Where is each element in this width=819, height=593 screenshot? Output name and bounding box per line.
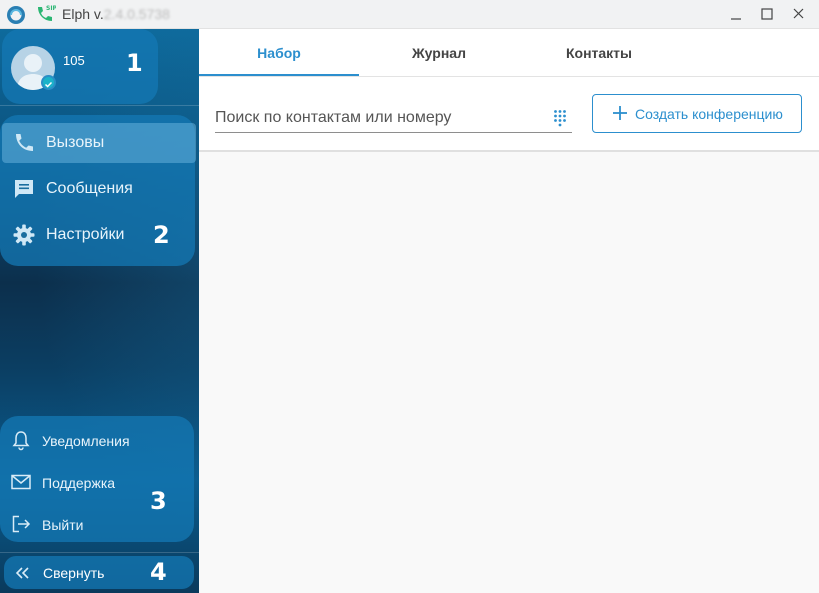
gear-icon (13, 224, 35, 246)
window-title: Elph v.2.4.0.5738 (62, 6, 170, 22)
bell-icon (12, 431, 30, 451)
create-conference-label: Создать конференцию (635, 106, 783, 122)
tab-contacts[interactable]: Контакты (519, 29, 679, 77)
sidebar: 105 1 Вызовы Сообщения Настройки 2 Уведо… (0, 29, 199, 593)
svg-text:SIP: SIP (46, 5, 56, 12)
sidebar-item-label: Настройки (46, 226, 125, 243)
phone-icon (16, 134, 33, 151)
sidebar-item-notifications[interactable]: Уведомления (8, 425, 188, 455)
sidebar-item-label: Вызовы (46, 134, 105, 151)
app-logo-icon (7, 6, 25, 24)
create-conference-button[interactable]: Создать конференцию (592, 94, 802, 133)
close-icon[interactable] (787, 4, 809, 24)
tab-bar: Набор Журнал Контакты (199, 29, 819, 77)
minimize-icon[interactable] (725, 4, 747, 24)
maximize-icon[interactable] (756, 4, 778, 24)
title-bar: SIP Elph v.2.4.0.5738 (0, 0, 819, 29)
divider (0, 105, 199, 106)
logout-icon (12, 515, 31, 533)
mail-icon (11, 474, 31, 490)
annotation-badge-1: 1 (126, 49, 143, 77)
collapse-label: Свернуть (43, 565, 105, 581)
version-text: 2.4.0.5738 (103, 6, 170, 22)
sidebar-item-label: Сообщения (46, 180, 133, 197)
search-field[interactable] (215, 105, 572, 133)
active-tab-indicator (199, 74, 359, 76)
tab-dial[interactable]: Набор (199, 29, 359, 77)
plus-icon (613, 106, 627, 120)
double-chevron-left-icon (15, 567, 29, 579)
window-title-text: Elph v. (62, 6, 104, 22)
sidebar-item-label: Выйти (42, 517, 84, 533)
dialpad-icon[interactable] (553, 109, 567, 127)
main-content: Набор Журнал Контакты Создать конференци… (199, 29, 819, 593)
sidebar-item-label: Поддержка (42, 475, 116, 491)
dial-toolbar: Создать конференцию (199, 77, 819, 152)
annotation-badge-4: 4 (150, 558, 167, 586)
annotation-badge-2: 2 (153, 221, 170, 249)
search-input[interactable] (215, 107, 545, 129)
sidebar-item-calls[interactable]: Вызовы (2, 123, 196, 163)
message-icon (15, 180, 33, 198)
status-online-icon (41, 75, 56, 90)
sidebar-item-messages[interactable]: Сообщения (2, 169, 196, 209)
divider (0, 552, 199, 553)
sip-phone-icon: SIP (38, 5, 56, 21)
user-extension: 105 (63, 53, 85, 68)
tab-journal[interactable]: Журнал (359, 29, 519, 77)
annotation-badge-3: 3 (150, 487, 167, 515)
sidebar-item-label: Уведомления (42, 433, 130, 449)
